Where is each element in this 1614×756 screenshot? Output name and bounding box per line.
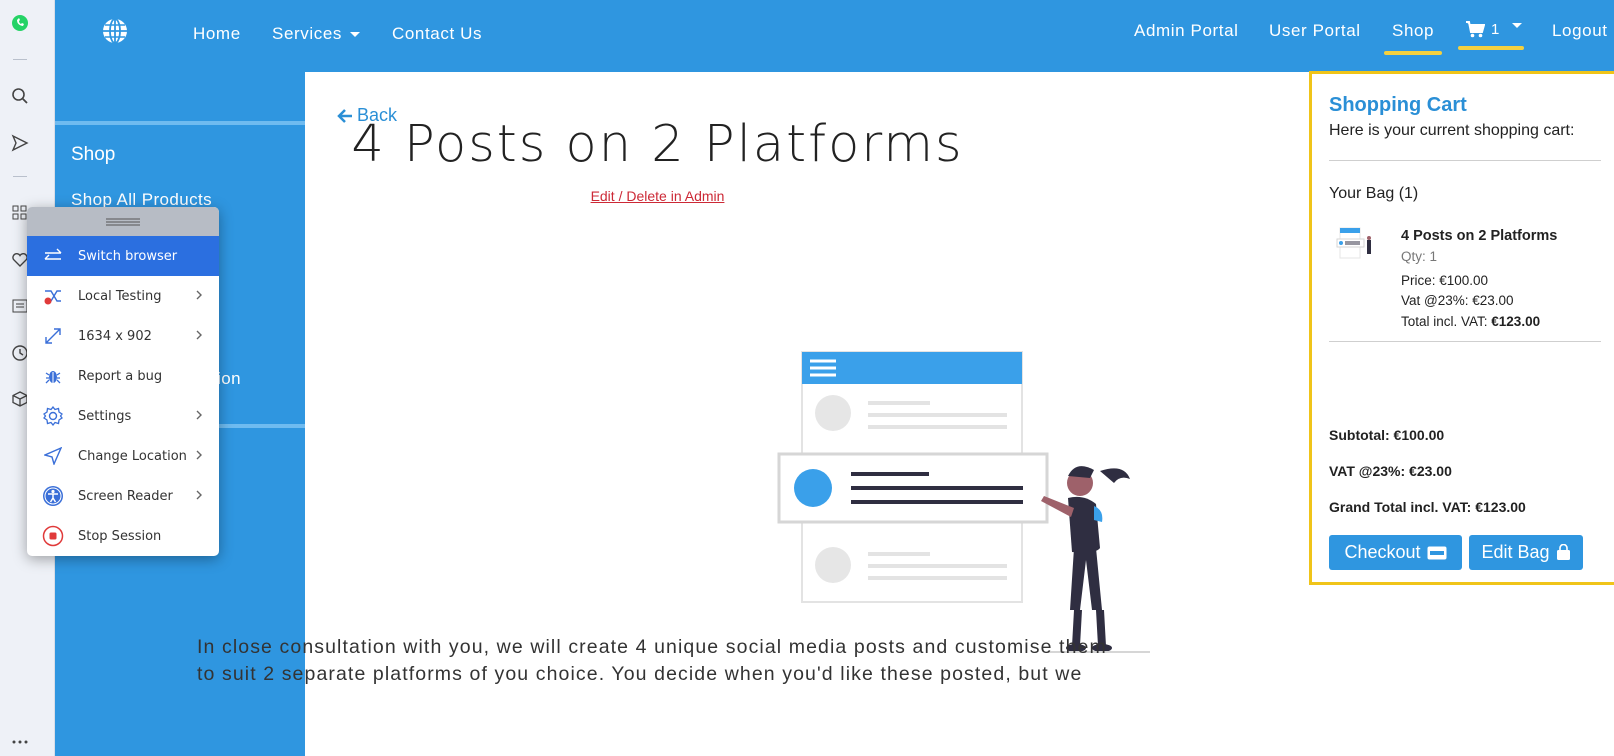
shopping-cart-panel: Shopping Cart Here is your current shopp… (1309, 71, 1614, 585)
menu-item-label: Switch browser (78, 248, 178, 264)
nav-cart-dropdown[interactable]: 1 (1466, 21, 1522, 38)
drag-handle-icon[interactable] (27, 207, 219, 236)
cart-active-indicator (1458, 46, 1524, 50)
menu-item-stop-session[interactable]: Stop Session (27, 516, 219, 556)
nav-logout[interactable]: Logout (1552, 21, 1608, 41)
nav-contact[interactable]: Contact Us (392, 24, 482, 44)
menu-item-label: Report a bug (78, 368, 163, 384)
nav-services-label: Services (272, 24, 342, 43)
cart-icon (1466, 21, 1485, 38)
menu-item-settings[interactable]: Settings (27, 396, 219, 436)
globe-logo-icon[interactable] (102, 18, 128, 44)
nav-home[interactable]: Home (193, 24, 241, 44)
menu-item-change-location[interactable]: Change Location (27, 436, 219, 476)
nav-user-portal[interactable]: User Portal (1269, 21, 1361, 41)
divider (1329, 341, 1601, 342)
menu-item-label: Change Location (78, 448, 187, 464)
cart-item-qty: Qty: 1 (1401, 249, 1438, 264)
caret-down-icon (1511, 23, 1522, 28)
menu-item-label: Local Testing (78, 288, 162, 304)
chevron-right-icon (196, 330, 202, 340)
more-icon[interactable] (10, 732, 30, 752)
description-line-2: to suit 2 separate platforms of you choi… (197, 663, 1083, 685)
local-testing-icon (42, 285, 64, 307)
menu-item-screen-reader[interactable]: Screen Reader (27, 476, 219, 516)
product-title: 4 Posts on 2 Platforms (351, 115, 964, 174)
settings-icon (42, 405, 64, 427)
menu-item-label: 1634 x 902 (78, 328, 152, 344)
menu-item-resolution[interactable]: 1634 x 902 (27, 316, 219, 356)
chevron-right-icon (196, 410, 202, 420)
chevron-right-icon (196, 490, 202, 500)
top-navbar: Home Services Contact Us Admin Portal Us… (55, 0, 1614, 72)
cart-item-price: Price: €100.00 (1401, 273, 1489, 288)
menu-item-label: Stop Session (78, 528, 162, 544)
menu-item-switch-browser[interactable]: Switch browser (27, 236, 219, 276)
cart-title: Shopping Cart (1329, 94, 1467, 116)
whatsapp-icon[interactable] (10, 13, 30, 33)
cart-item-total-value: €123.00 (1491, 314, 1541, 329)
bag-icon (1556, 544, 1570, 560)
bug-icon (42, 365, 64, 387)
stop-session-icon (42, 525, 64, 547)
nav-admin-portal[interactable]: Admin Portal (1134, 21, 1239, 41)
checkout-label: Checkout (1344, 542, 1421, 562)
subtotal: Subtotal: €100.00 (1329, 427, 1445, 443)
caret-down-icon (350, 32, 360, 38)
menu-item-report-bug[interactable]: Report a bug (27, 356, 219, 396)
cart-item-thumbnail[interactable] (1336, 226, 1376, 269)
stripe-icon (1427, 546, 1447, 559)
product-description: In close consultation with you, we will … (197, 634, 1117, 688)
cart-subtitle: Here is your current shopping cart: (1329, 122, 1575, 139)
edit-delete-admin-link[interactable]: Edit / Delete in Admin (0, 188, 1315, 204)
menu-item-label: Screen Reader (78, 488, 173, 504)
screen-reader-icon (42, 485, 64, 507)
menu-item-local-testing[interactable]: Local Testing (27, 276, 219, 316)
cart-item-total-label: Total incl. VAT: (1401, 314, 1492, 329)
nav-shop[interactable]: Shop (1392, 21, 1434, 41)
vat-total: VAT @23%: €23.00 (1329, 463, 1452, 479)
bag-count-label: Your Bag (1) (1329, 185, 1419, 202)
chevron-right-icon (196, 290, 202, 300)
cart-item-name[interactable]: 4 Posts on 2 Platforms (1401, 228, 1557, 244)
description-line-1: In close consultation with you, we will … (197, 636, 1107, 658)
location-icon (42, 445, 64, 467)
divider (1329, 160, 1601, 161)
chevron-right-icon (196, 450, 202, 460)
shop-active-indicator (1384, 51, 1442, 55)
nav-services-dropdown[interactable]: Services (272, 24, 360, 44)
grand-total: Grand Total incl. VAT: €123.00 (1329, 499, 1526, 515)
cart-item-vat: Vat @23%: €23.00 (1401, 293, 1514, 308)
menu-item-label: Settings (78, 408, 132, 424)
browser-context-menu: Switch browser Local Testing 1634 x 902 … (27, 207, 219, 556)
switch-browser-icon (42, 245, 64, 267)
resolution-icon (42, 325, 64, 347)
checkout-button[interactable]: Checkout (1329, 535, 1462, 570)
edit-bag-label: Edit Bag (1481, 542, 1550, 562)
product-illustration (470, 276, 1160, 681)
edit-bag-button[interactable]: Edit Bag (1469, 535, 1583, 570)
search-icon[interactable] (10, 86, 30, 106)
cart-item-total: Total incl. VAT: €123.00 (1401, 314, 1540, 329)
cart-count: 1 (1491, 21, 1500, 38)
